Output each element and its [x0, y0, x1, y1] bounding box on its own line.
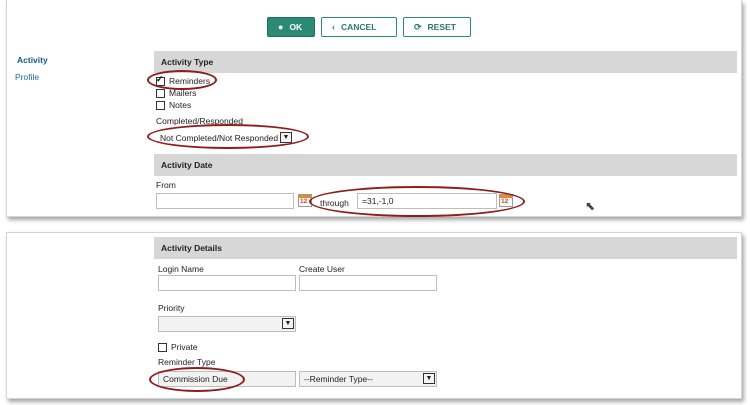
create-user-label: Create User — [299, 264, 345, 274]
chevron-left-icon: ‹ — [332, 21, 335, 32]
reminder-type-select[interactable]: --Reminder Type-- — [299, 371, 437, 387]
reset-button[interactable]: ⟳ RESET — [403, 17, 471, 37]
highlight-ellipse — [147, 70, 217, 90]
mouse-cursor-icon: ⬉ — [585, 199, 596, 213]
cancel-button[interactable]: ‹ CANCEL — [321, 17, 397, 37]
cancel-button-label: CANCEL — [341, 22, 377, 32]
ok-icon: ● — [278, 21, 284, 32]
activity-type-header: Activity Type — [154, 51, 737, 73]
login-name-input[interactable] — [158, 275, 296, 291]
from-label: From — [156, 180, 176, 190]
criteria-panel-bottom: Activity Details Login Name Create User … — [6, 232, 742, 399]
activity-date-header: Activity Date — [154, 154, 737, 176]
notes-label: Notes — [169, 100, 192, 110]
ok-button-label: OK — [289, 22, 303, 32]
criteria-panel-top: ● OK ‹ CANCEL ⟳ RESET Activity Profile A… — [6, 0, 742, 217]
from-calendar-text: 12 — [300, 198, 308, 205]
private-label: Private — [171, 342, 198, 352]
reminder-type-label: Reminder Type — [158, 357, 216, 367]
reset-icon: ⟳ — [414, 21, 422, 32]
reset-button-label: RESET — [427, 22, 456, 32]
priority-select[interactable] — [158, 316, 296, 332]
highlight-ellipse — [309, 186, 525, 217]
mailers-checkbox[interactable] — [156, 89, 165, 98]
ok-button[interactable]: ● OK — [267, 17, 315, 37]
priority-label: Priority — [158, 303, 185, 313]
nav-profile[interactable]: Profile — [15, 72, 39, 82]
chevron-down-icon[interactable]: ▼ — [282, 318, 294, 329]
private-checkbox[interactable] — [158, 343, 167, 352]
nav-activity[interactable]: Activity — [17, 55, 48, 65]
highlight-ellipse — [147, 124, 309, 149]
chevron-down-icon[interactable]: ▼ — [423, 373, 435, 384]
from-date-input[interactable] — [156, 193, 294, 209]
create-user-input[interactable] — [299, 275, 437, 291]
notes-checkbox[interactable] — [156, 101, 165, 110]
activity-details-header: Activity Details — [154, 237, 737, 259]
highlight-ellipse — [149, 367, 245, 392]
login-name-label: Login Name — [158, 264, 204, 274]
